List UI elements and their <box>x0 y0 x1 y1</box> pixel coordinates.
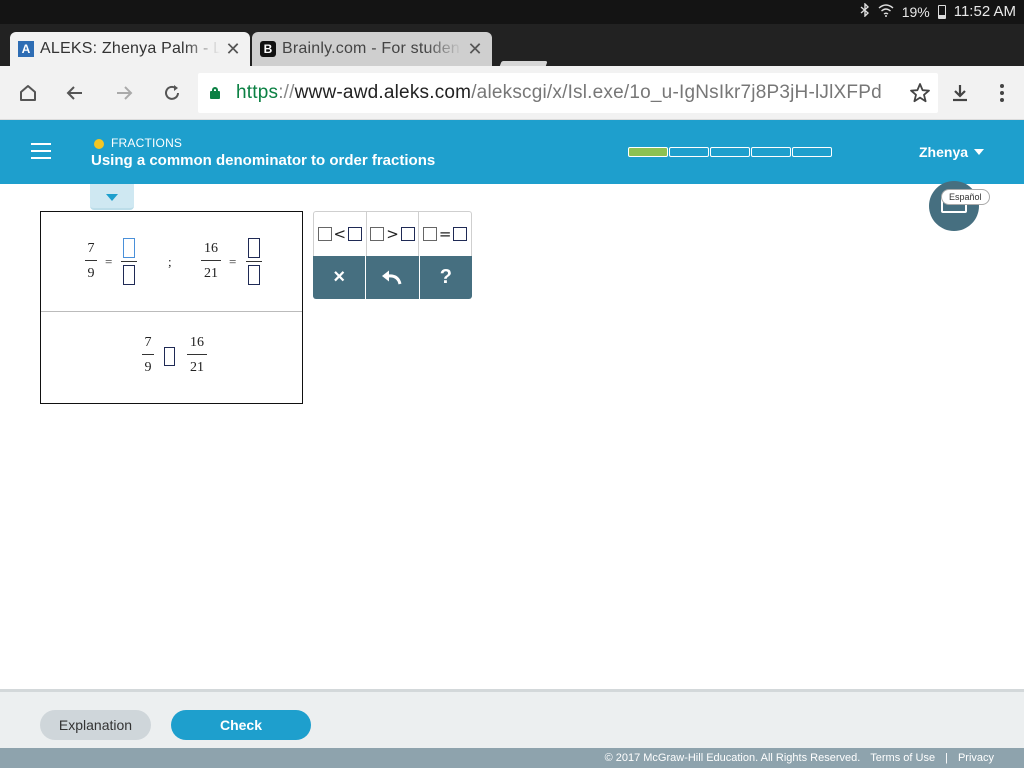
browser-toolbar: https://www-awd.aleks.com/alekscgi/x/Isl… <box>0 66 1024 120</box>
language-label[interactable]: Español <box>941 189 990 205</box>
fraction-7-9: 7 9 <box>85 241 97 282</box>
topic-category: FRACTIONS <box>111 136 183 150</box>
separator: ; <box>168 254 172 269</box>
comparison-symbol-input[interactable] <box>164 347 175 366</box>
caret-down-icon <box>974 149 985 155</box>
fraction-bar <box>121 261 137 262</box>
equals-sign: = <box>105 254 113 269</box>
clock: 11:52 AM <box>953 3 1016 20</box>
close-tab-icon[interactable]: ✕ <box>466 39 484 60</box>
symbol-palette: < > = × ? <box>313 211 472 299</box>
equals-sign: = <box>229 254 237 269</box>
privacy-link[interactable]: Privacy <box>958 752 994 764</box>
terms-link[interactable]: Terms of Use <box>870 752 935 764</box>
caret-down-icon <box>106 194 118 201</box>
tab-brainly[interactable]: B Brainly.com - For studen ✕ <box>252 32 492 66</box>
lock-icon <box>210 87 220 99</box>
help-button[interactable]: ? <box>419 256 472 299</box>
divider <box>41 311 302 312</box>
reload-icon[interactable] <box>158 79 186 107</box>
progress-segment <box>628 147 668 157</box>
explanation-button[interactable]: Explanation <box>40 710 151 740</box>
back-arrow-icon[interactable] <box>61 79 89 107</box>
answer-denominator-input-2[interactable] <box>248 265 260 285</box>
clear-button[interactable]: × <box>313 256 366 299</box>
battery-icon <box>937 4 946 19</box>
undo-button[interactable] <box>366 256 419 299</box>
more-menu-icon[interactable] <box>988 79 1016 107</box>
progress-segment <box>792 147 832 157</box>
download-icon[interactable] <box>946 79 974 107</box>
user-name: Zhenya <box>919 144 969 160</box>
url-text: https://www-awd.aleks.com/alekscgi/x/Isl… <box>236 82 882 103</box>
fraction-bar <box>246 261 262 262</box>
copyright: © 2017 McGraw-Hill Education. All Rights… <box>604 752 861 764</box>
footer: © 2017 McGraw-Hill Education. All Rights… <box>0 748 1024 768</box>
home-icon[interactable] <box>14 79 42 107</box>
check-button[interactable]: Check <box>171 710 311 740</box>
aleks-favicon: A <box>18 41 34 57</box>
bookmark-star-icon[interactable] <box>906 79 934 107</box>
menu-icon[interactable] <box>31 143 51 161</box>
answer-panel: 7 9 = ; 16 21 = 7 9 16 21 <box>40 211 303 404</box>
battery-percent: 19% <box>901 3 930 20</box>
answer-denominator-input-1[interactable] <box>123 265 135 285</box>
topic-status-dot <box>94 139 104 149</box>
collapse-header-toggle[interactable] <box>90 184 134 210</box>
brainly-favicon: B <box>260 41 276 57</box>
fraction-7-9: 7 9 <box>142 335 154 376</box>
close-tab-icon[interactable]: ✕ <box>224 39 242 60</box>
close-icon: × <box>333 266 345 288</box>
undo-icon <box>382 270 402 284</box>
tab-aleks[interactable]: A ALEKS: Zhenya Palm - L ✕ <box>10 32 250 66</box>
question-icon: ? <box>439 266 452 288</box>
progress-bar <box>628 147 832 157</box>
progress-segment <box>669 147 709 157</box>
tab-strip: A ALEKS: Zhenya Palm - L ✕ B Brainly.com… <box>0 24 1024 81</box>
bluetooth-icon <box>860 2 870 20</box>
greater-than-button[interactable]: > <box>367 212 420 256</box>
status-bar: 19% 11:52 AM <box>0 0 1024 24</box>
topic-title: Using a common denominator to order frac… <box>91 152 436 169</box>
address-bar[interactable]: https://www-awd.aleks.com/alekscgi/x/Isl… <box>198 73 938 113</box>
footer-divider: | <box>945 752 948 764</box>
progress-segment <box>710 147 750 157</box>
fraction-16-21: 16 21 <box>187 335 207 376</box>
answer-numerator-input-1[interactable] <box>123 238 135 258</box>
answer-numerator-input-2[interactable] <box>248 238 260 258</box>
fraction-16-21: 16 21 <box>201 241 221 282</box>
user-menu-button[interactable]: Zhenya <box>919 144 985 160</box>
tab-title: Brainly.com - For studen <box>282 40 460 57</box>
wifi-icon <box>878 3 894 20</box>
forward-arrow-icon[interactable] <box>110 79 138 107</box>
less-than-button[interactable]: < <box>314 212 367 256</box>
action-bar: Explanation Check <box>0 689 1024 748</box>
screen: 19% 11:52 AM A ALEKS: Zhenya Palm - L ✕ … <box>0 0 1024 768</box>
tab-title: ALEKS: Zhenya Palm - L <box>40 40 220 57</box>
equal-button[interactable]: = <box>419 212 471 256</box>
progress-segment <box>751 147 791 157</box>
